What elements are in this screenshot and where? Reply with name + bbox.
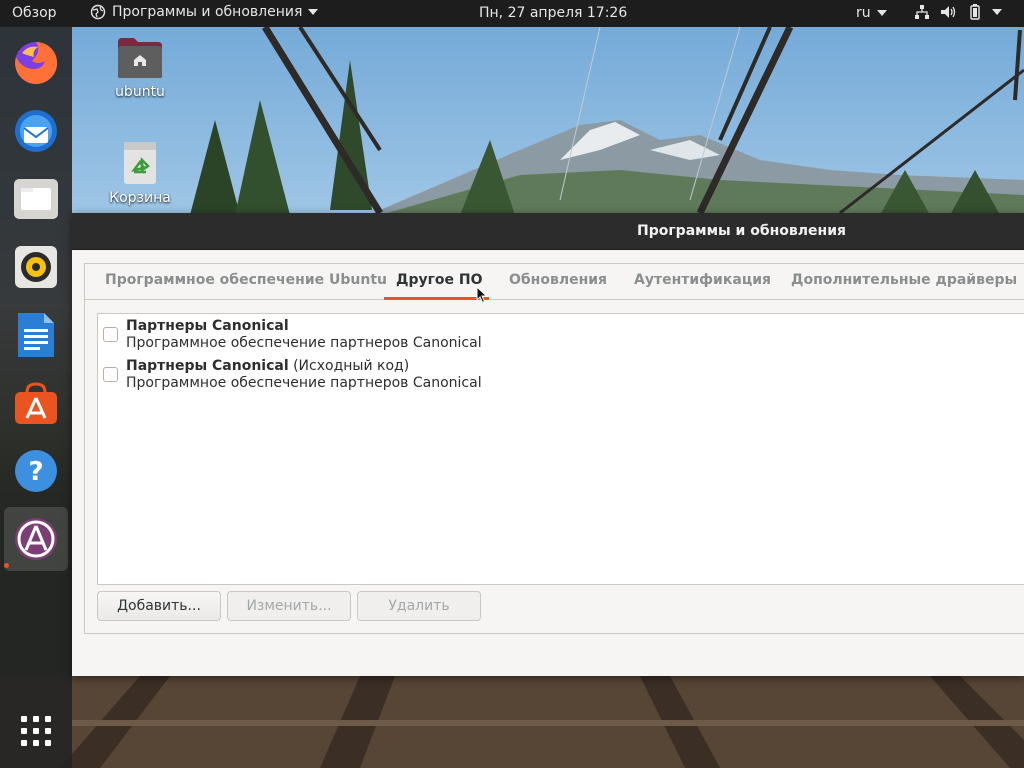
source-title: Партнеры Canonical (Исходный код)	[126, 358, 410, 374]
tab-other-software[interactable]: Другое ПО	[396, 272, 483, 300]
system-menu-caret-icon	[992, 9, 1002, 15]
software-sources-list: Партнеры Canonical Программное обеспечен…	[97, 313, 1024, 585]
tab-additional-drivers[interactable]: Дополнительные драйверы	[791, 272, 1017, 300]
trash-label: Корзина	[109, 190, 171, 206]
app-menu-label: Программы и обновления	[112, 4, 303, 20]
battery-icon	[970, 4, 980, 20]
tab-authentication[interactable]: Аутентификация	[634, 272, 771, 300]
dock-thunderbird[interactable]	[4, 99, 68, 163]
top-bar: Обзор Программы и обновления Пн, 27 апре…	[0, 0, 1024, 27]
dock-firefox[interactable]	[4, 31, 68, 95]
system-tray[interactable]	[914, 4, 1002, 20]
list-item[interactable]: Партнеры Canonical Программное обеспечен…	[98, 314, 1024, 354]
clock[interactable]: Пн, 27 апреля 17:26	[479, 5, 627, 21]
rhythmbox-icon	[15, 246, 57, 288]
home-folder-label: ubuntu	[115, 84, 165, 100]
add-button[interactable]: Добавить...	[97, 591, 221, 621]
globe-icon	[90, 4, 106, 20]
source-checkbox[interactable]	[103, 367, 118, 382]
dock-ubuntu-software[interactable]	[4, 371, 68, 435]
dock-files[interactable]	[4, 167, 68, 231]
activities-button[interactable]: Обзор	[12, 5, 57, 21]
files-icon	[14, 179, 58, 219]
window-titlebar[interactable]: Программы и обновления	[72, 213, 1024, 250]
remove-button[interactable]: Удалить	[357, 591, 481, 621]
language-label: ru	[856, 5, 871, 21]
svg-text:?: ?	[28, 457, 43, 487]
edit-button[interactable]: Изменить...	[227, 591, 351, 621]
show-applications-button[interactable]	[4, 699, 68, 763]
dock-help[interactable]: ?	[4, 439, 68, 503]
list-item[interactable]: Партнеры Canonical (Исходный код) Програ…	[98, 354, 1024, 394]
thunderbird-icon	[15, 110, 57, 152]
firefox-icon	[15, 41, 58, 84]
source-description: Программное обеспечение партнеров Canoni…	[126, 335, 482, 351]
source-checkbox[interactable]	[103, 327, 118, 342]
dock-software-properties[interactable]	[4, 507, 68, 571]
mouse-cursor-icon	[476, 286, 488, 304]
desktop-home-folder[interactable]: ubuntu	[108, 36, 172, 100]
tab-bar: Программное обеспечение Ubuntu Другое ПО…	[85, 264, 1024, 300]
software-icon	[15, 382, 57, 424]
source-title: Партнеры Canonical	[126, 318, 289, 334]
chevron-down-icon	[876, 10, 887, 16]
source-description: Программное обеспечение партнеров Canoni…	[126, 375, 482, 391]
network-icon	[915, 5, 929, 19]
dock-writer[interactable]	[4, 303, 68, 367]
tab-notebook: Программное обеспечение Ubuntu Другое ПО…	[84, 263, 1024, 634]
show-apps-grid-icon	[21, 716, 51, 746]
keyboard-layout-indicator[interactable]: ru	[856, 5, 887, 21]
active-tab-indicator	[384, 297, 489, 300]
running-indicator	[4, 563, 9, 568]
window-title: Программы и обновления	[637, 223, 847, 239]
dock-rhythmbox[interactable]	[4, 235, 68, 299]
dock: ?	[0, 27, 72, 768]
software-and-updates-window: Программы и обновления Программное обесп…	[72, 213, 1024, 676]
help-icon: ?	[15, 450, 57, 492]
trash-icon	[124, 142, 156, 184]
writer-icon	[18, 313, 54, 357]
chevron-down-icon	[308, 9, 319, 15]
desktop-trash[interactable]: Корзина	[108, 140, 172, 206]
volume-icon	[941, 6, 956, 18]
software-properties-icon	[15, 518, 57, 560]
tab-ubuntu-software[interactable]: Программное обеспечение Ubuntu	[105, 272, 387, 300]
app-menu[interactable]: Программы и обновления	[90, 4, 319, 20]
home-folder-icon	[118, 38, 162, 78]
tab-updates[interactable]: Обновления	[509, 272, 607, 300]
